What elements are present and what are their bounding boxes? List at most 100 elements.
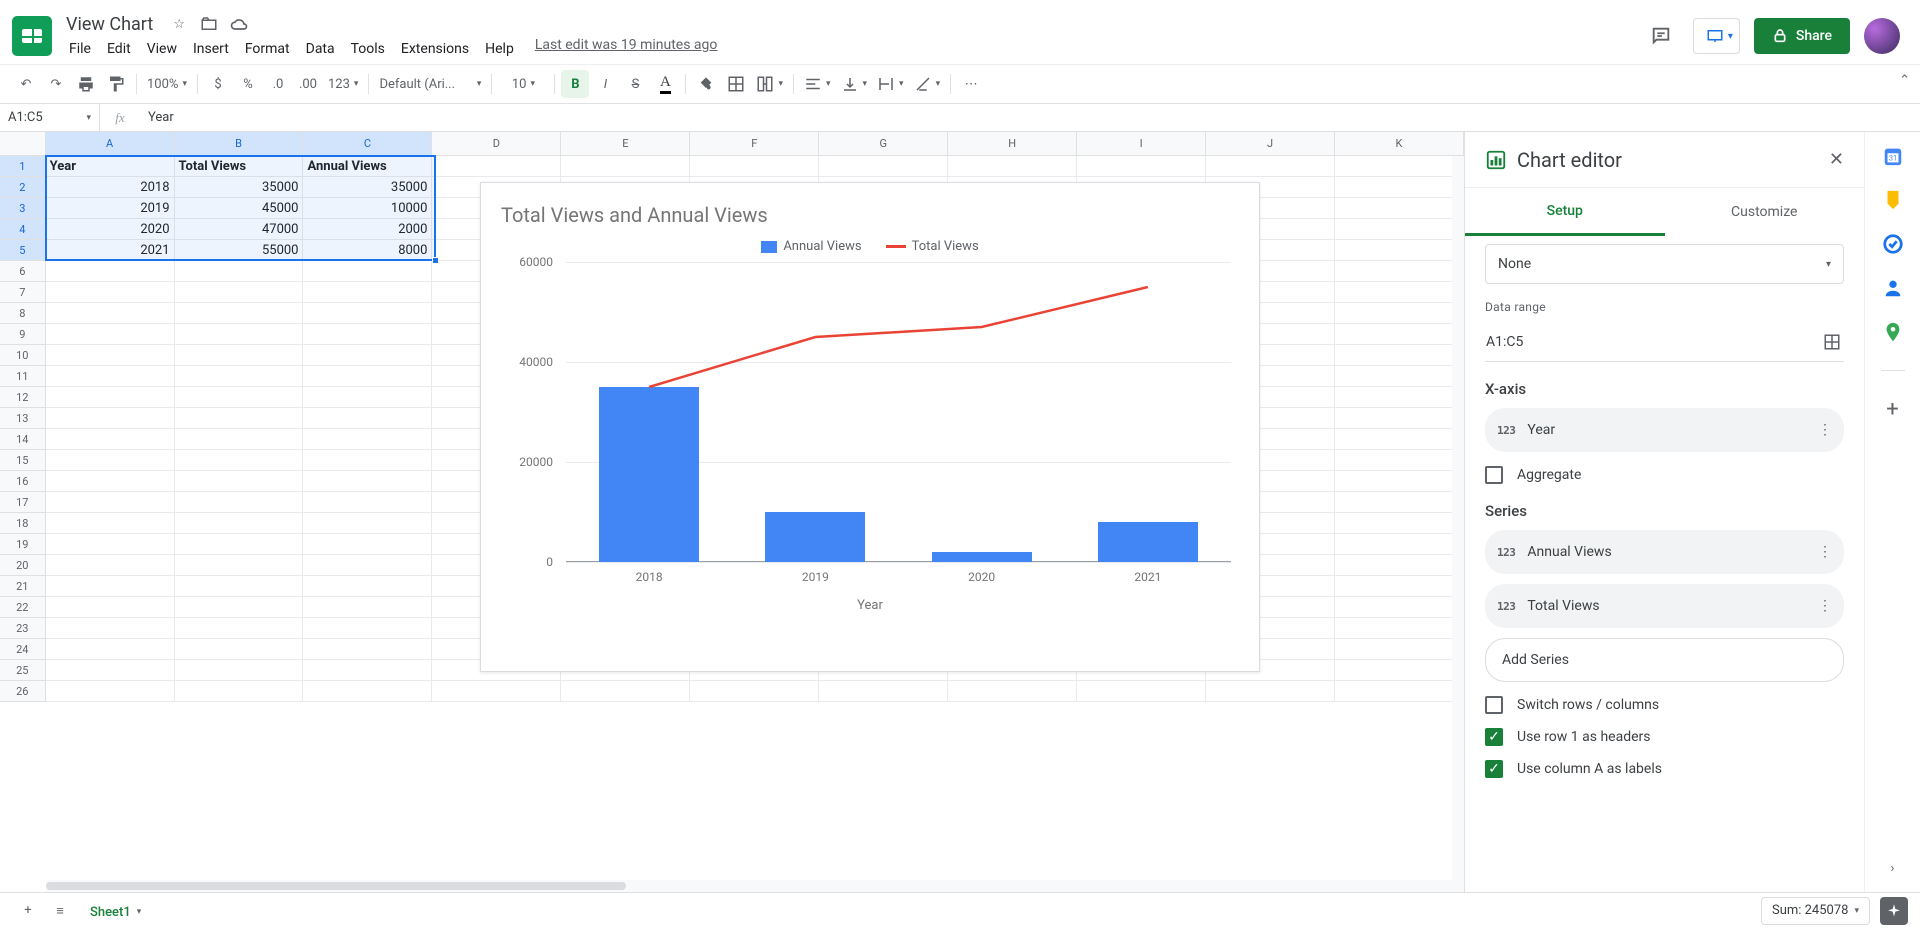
tab-setup[interactable]: Setup [1465,188,1665,236]
cell[interactable] [1335,429,1464,450]
calendar-icon[interactable]: 31 [1881,144,1905,168]
row-header[interactable]: 24 [0,639,46,660]
cell[interactable] [46,618,175,639]
cell[interactable] [175,513,304,534]
cell[interactable] [175,639,304,660]
cell[interactable] [1335,198,1464,219]
decrease-decimal-button[interactable]: .0 [264,70,292,98]
cell[interactable] [1335,681,1464,702]
cell[interactable] [175,282,304,303]
paint-format-button[interactable] [102,70,130,98]
vertical-scrollbar[interactable] [1452,156,1464,880]
cell[interactable] [46,534,175,555]
cell[interactable] [303,282,432,303]
use-colA-checkbox[interactable]: ✓Use column A as labels [1485,760,1844,778]
cell[interactable] [46,639,175,660]
cell[interactable]: Total Views [175,156,304,177]
cell[interactable]: 8000 [303,240,432,261]
cell[interactable] [303,576,432,597]
cell[interactable] [303,681,432,702]
row-header[interactable]: 16 [0,471,46,492]
horizontal-scrollbar[interactable] [46,880,1464,892]
add-series-button[interactable]: Add Series [1485,638,1844,682]
xaxis-field-chip[interactable]: 123Year⋮ [1485,408,1844,452]
row-header[interactable]: 2 [0,177,46,198]
cell[interactable] [303,366,432,387]
name-box[interactable]: A1:C5▾ [0,104,100,131]
row-header[interactable]: 10 [0,345,46,366]
row-header[interactable]: 25 [0,660,46,681]
row-header[interactable]: 13 [0,408,46,429]
cell[interactable] [1335,450,1464,471]
col-header-I[interactable]: I [1077,132,1206,155]
cell[interactable]: 2018 [46,177,175,198]
italic-button[interactable]: I [591,70,619,98]
cell[interactable] [46,303,175,324]
cell[interactable] [561,156,690,177]
cell[interactable] [1077,681,1206,702]
merge-button[interactable] [752,70,787,98]
cell[interactable] [1335,177,1464,198]
cell[interactable] [46,681,175,702]
row-header[interactable]: 8 [0,303,46,324]
cell[interactable] [1335,492,1464,513]
wrap-button[interactable] [873,70,908,98]
menu-data[interactable]: Data [299,37,342,61]
series-chip-total[interactable]: 123Total Views⋮ [1485,584,1844,628]
cell[interactable] [303,429,432,450]
cell[interactable] [46,597,175,618]
use-row1-checkbox[interactable]: ✓Use row 1 as headers [1485,728,1844,746]
undo-button[interactable]: ↶ [12,70,40,98]
cell[interactable] [819,156,948,177]
more-toolbar-button[interactable]: ⋯ [957,70,985,98]
cell[interactable] [303,660,432,681]
row-header[interactable]: 7 [0,282,46,303]
cell[interactable] [46,366,175,387]
row-header[interactable]: 21 [0,576,46,597]
account-avatar[interactable] [1864,18,1900,54]
cell[interactable] [46,555,175,576]
cell[interactable] [303,471,432,492]
aggregate-checkbox[interactable]: Aggregate [1485,466,1844,484]
print-button[interactable] [72,70,100,98]
cell[interactable] [1335,387,1464,408]
add-addon-icon[interactable]: + [1881,397,1905,421]
embedded-chart[interactable]: Total Views and Annual Views Annual View… [480,182,1260,672]
cell[interactable]: 47000 [175,219,304,240]
selection-handle[interactable] [432,257,439,264]
row-header[interactable]: 5 [0,240,46,261]
cell[interactable]: 45000 [175,198,304,219]
switch-rows-checkbox[interactable]: Switch rows / columns [1485,696,1844,714]
cell[interactable] [175,408,304,429]
cell[interactable]: 35000 [303,177,432,198]
add-sheet-button[interactable]: + [12,895,44,927]
row-header[interactable]: 14 [0,429,46,450]
row-header[interactable]: 26 [0,681,46,702]
text-color-button[interactable]: A [651,70,679,98]
row-header[interactable]: 4 [0,219,46,240]
redo-button[interactable]: ↷ [42,70,70,98]
spreadsheet-grid[interactable]: A B C D E F G H I J K 1YearTotal ViewsAn… [0,132,1464,892]
menu-insert[interactable]: Insert [186,37,236,61]
col-header-F[interactable]: F [690,132,819,155]
row-header[interactable]: 12 [0,387,46,408]
cell[interactable] [1335,513,1464,534]
cell[interactable] [46,450,175,471]
last-edit-link[interactable]: Last edit was 19 minutes ago [535,37,718,61]
star-icon[interactable]: ☆ [169,14,189,34]
sheets-logo[interactable] [12,16,52,56]
cell[interactable] [1335,408,1464,429]
cell[interactable] [819,681,948,702]
cell[interactable] [303,345,432,366]
row-header[interactable]: 23 [0,618,46,639]
col-header-G[interactable]: G [819,132,948,155]
cell[interactable] [46,282,175,303]
cell[interactable] [1335,324,1464,345]
cell[interactable]: 10000 [303,198,432,219]
cell[interactable] [1335,471,1464,492]
select-range-icon[interactable] [1823,333,1841,351]
cell[interactable] [1335,345,1464,366]
row-header[interactable]: 1 [0,156,46,177]
cell[interactable] [175,681,304,702]
cell[interactable] [175,345,304,366]
